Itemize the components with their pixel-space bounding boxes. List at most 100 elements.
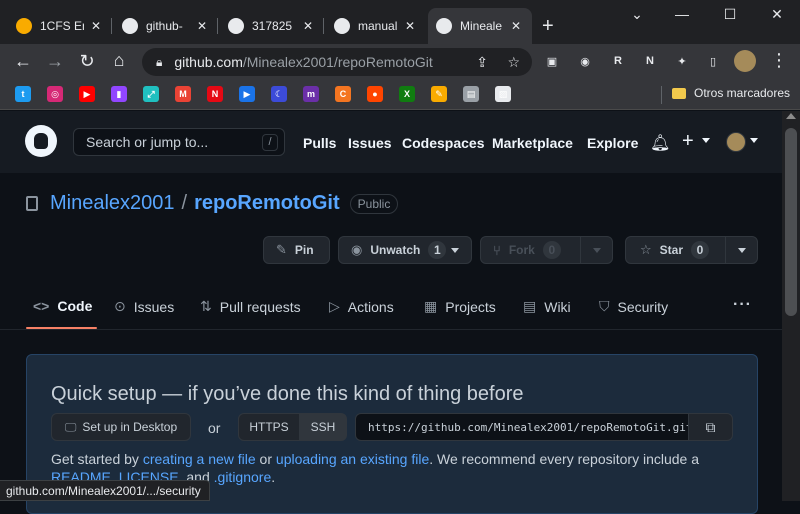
- stripes-icon[interactable]: ▨: [495, 86, 511, 102]
- upload-file-link[interactable]: uploading an existing file: [276, 451, 429, 467]
- tab-manager-icon[interactable]: ▣: [543, 52, 561, 70]
- forward-arrow-icon[interactable]: →: [44, 52, 66, 70]
- chevron-down-icon[interactable]: [750, 138, 758, 143]
- browser-tab-3[interactable]: 317825 ✕: [220, 8, 324, 44]
- search-input[interactable]: Search or jump to... /: [73, 128, 285, 156]
- tab-title: 1CFS En: [40, 19, 84, 33]
- sidepanel-icon[interactable]: ▯: [704, 52, 722, 70]
- more-tabs-button[interactable]: ···: [733, 296, 752, 314]
- close-tab-icon[interactable]: ✕: [194, 19, 210, 33]
- menu-dots-icon[interactable]: ⋮: [768, 51, 790, 69]
- reload-icon[interactable]: ↻: [76, 52, 98, 70]
- tab-security[interactable]: ⛉ Security: [599, 298, 668, 315]
- user-avatar[interactable]: [726, 132, 746, 152]
- button-divider: [725, 237, 726, 263]
- address-bar[interactable]: 🔒︎ github.com/Minealex2001/repoRemotoGit…: [142, 48, 532, 76]
- twitch-icon[interactable]: ▮: [111, 86, 127, 102]
- youtube-icon[interactable]: ▶: [79, 86, 95, 102]
- minimize-button[interactable]: —: [667, 6, 697, 22]
- tab-pull-requests[interactable]: ⇅ Pull requests: [200, 298, 301, 315]
- nav-marketplace[interactable]: Marketplace: [492, 135, 573, 151]
- bookmarks-divider: [661, 86, 662, 104]
- chevron-down-icon[interactable]: [593, 248, 601, 253]
- fork-button[interactable]: ⑂ Fork 0: [480, 236, 613, 264]
- nav-codespaces[interactable]: Codespaces: [402, 135, 484, 151]
- gmail-icon[interactable]: M: [175, 86, 191, 102]
- close-tab-icon[interactable]: ✕: [300, 19, 316, 33]
- m-icon[interactable]: m: [303, 86, 319, 102]
- moon-icon[interactable]: ☾: [271, 86, 287, 102]
- scroll-up-arrow-icon[interactable]: [786, 113, 796, 119]
- browser-tab-4[interactable]: manual ✕: [326, 8, 426, 44]
- save-icon[interactable]: ▤: [463, 86, 479, 102]
- unwatch-label: Unwatch: [370, 243, 421, 257]
- share-icon[interactable]: ⇪: [476, 54, 488, 71]
- star-button[interactable]: ☆ Star 0: [625, 236, 758, 264]
- visibility-badge: Public: [349, 193, 399, 214]
- r-extension-icon[interactable]: R: [609, 52, 627, 70]
- crunchyroll-icon[interactable]: C: [335, 86, 351, 102]
- tab-projects[interactable]: ▦ Projects: [424, 298, 496, 315]
- desc-text: or: [255, 451, 276, 467]
- nav-explore[interactable]: Explore: [587, 135, 638, 151]
- chevron-down-icon[interactable]: [702, 138, 710, 143]
- browser-tab-2[interactable]: github- ✕: [114, 8, 218, 44]
- tab-label: Issues: [133, 298, 175, 315]
- clone-url-input[interactable]: https://github.com/Minealex2001/repoRemo…: [355, 413, 689, 441]
- lock-icon[interactable]: 🔒︎: [156, 55, 162, 70]
- puzzle-icon[interactable]: ✦: [673, 52, 691, 70]
- profile-avatar[interactable]: [734, 50, 756, 72]
- path-separator: /: [181, 192, 188, 214]
- close-tab-icon[interactable]: ✕: [402, 19, 418, 33]
- nav-pulls[interactable]: Pulls: [303, 135, 336, 151]
- chevron-down-icon[interactable]: ⌄: [622, 6, 652, 23]
- instagram-icon[interactable]: ◎: [47, 86, 63, 102]
- back-arrow-icon[interactable]: ←: [12, 52, 34, 70]
- chevron-down-icon[interactable]: [451, 248, 459, 253]
- bookmark-star-icon[interactable]: ☆: [507, 54, 520, 71]
- reddit-icon[interactable]: ●: [367, 86, 383, 102]
- xbox-icon[interactable]: X: [399, 86, 415, 102]
- tab-actions[interactable]: ▷ Actions: [329, 298, 394, 315]
- netflix-icon[interactable]: N: [207, 86, 223, 102]
- create-new-file-link[interactable]: creating a new file: [143, 451, 256, 467]
- maximize-button[interactable]: ☐: [715, 6, 745, 23]
- unwatch-button[interactable]: ◉ Unwatch 1: [338, 236, 472, 264]
- chevron-down-icon[interactable]: [738, 248, 746, 253]
- eyes-icon[interactable]: ◉: [576, 52, 594, 70]
- tab-code[interactable]: <> Code: [33, 298, 92, 314]
- copy-icon[interactable]: ⧉: [688, 413, 733, 441]
- close-tab-icon[interactable]: ✕: [508, 19, 524, 33]
- setup-desktop-button[interactable]: 🖵︎ Set up in Desktop: [51, 413, 191, 441]
- repo-owner-link[interactable]: Minealex2001: [50, 192, 175, 215]
- nav-issues[interactable]: Issues: [348, 135, 392, 151]
- close-window-button[interactable]: ✕: [762, 6, 792, 23]
- play-icon[interactable]: ▶: [239, 86, 255, 102]
- browser-tab-1[interactable]: 1CFS En ✕: [8, 8, 112, 44]
- url-text[interactable]: github.com/Minealex2001/repoRemotoGit: [174, 54, 432, 70]
- gitignore-link[interactable]: .gitignore: [214, 469, 272, 485]
- ssh-button[interactable]: SSH: [299, 413, 347, 441]
- browser-tab-active[interactable]: Mineale ✕: [428, 8, 532, 44]
- scrollbar-thumb[interactable]: [785, 128, 797, 316]
- other-bookmarks[interactable]: Otros marcadores: [672, 86, 790, 100]
- tab-issues[interactable]: ⊙ Issues: [114, 298, 174, 315]
- https-button[interactable]: HTTPS: [238, 413, 300, 441]
- repo-name-link[interactable]: repoRemotoGit: [194, 192, 340, 215]
- tab-wiki[interactable]: ▤ Wiki: [523, 298, 571, 315]
- pin-button[interactable]: ✎ Pin: [263, 236, 330, 264]
- plus-icon[interactable]: +: [682, 130, 694, 153]
- close-tab-icon[interactable]: ✕: [88, 19, 104, 33]
- star-count: 0: [691, 241, 709, 259]
- star-label: Star: [659, 243, 683, 257]
- home-icon[interactable]: ⌂: [108, 51, 130, 69]
- pencil-icon[interactable]: ✎: [431, 86, 447, 102]
- or-text: or: [208, 420, 221, 436]
- tab-label: Actions: [347, 298, 394, 315]
- github-logo-icon[interactable]: [25, 125, 57, 157]
- expand-icon[interactable]: ⤢: [143, 86, 159, 102]
- bell-icon[interactable]: 🔔︎: [650, 133, 670, 153]
- new-tab-button[interactable]: +: [542, 16, 554, 36]
- twitter-icon[interactable]: t: [15, 86, 31, 102]
- notion-icon[interactable]: N: [641, 52, 659, 70]
